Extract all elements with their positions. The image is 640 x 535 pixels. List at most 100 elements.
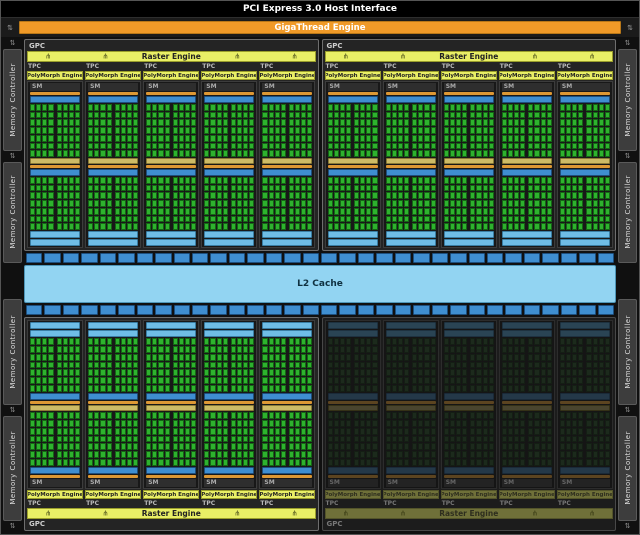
cuda-core	[249, 428, 254, 435]
cuda-core	[528, 112, 533, 119]
cuda-core	[334, 420, 339, 427]
cuda-core	[204, 443, 209, 450]
warp-scheduler-bar	[146, 467, 196, 474]
cuda-core	[508, 377, 513, 384]
cuda-core	[269, 223, 274, 230]
cuda-core	[386, 104, 391, 111]
cuda-core	[281, 208, 286, 215]
cuda-core	[470, 346, 475, 353]
cuda-core	[57, 127, 62, 134]
crossbar-segment	[579, 253, 595, 263]
cuda-core	[275, 362, 280, 369]
cuda-core	[528, 377, 533, 384]
cuda-core	[223, 185, 228, 192]
cuda-core	[340, 177, 345, 184]
cuda-core	[36, 443, 41, 450]
cuda-core	[372, 428, 377, 435]
cuda-core	[586, 369, 591, 376]
cuda-core	[541, 346, 546, 353]
cuda-core	[520, 104, 525, 111]
cuda-core	[107, 143, 112, 150]
cuda-core	[470, 459, 475, 466]
cuda-core	[30, 143, 35, 150]
texture-unit-bar	[328, 239, 378, 246]
cuda-core	[191, 385, 196, 392]
gpc-label: GPC	[325, 42, 614, 50]
cuda-core	[307, 104, 312, 111]
cuda-core	[578, 208, 583, 215]
cuda-core	[301, 377, 306, 384]
cuda-core	[398, 104, 403, 111]
cuda-core	[483, 377, 488, 384]
cuda-core	[404, 385, 409, 392]
cuda-core	[605, 362, 610, 369]
cuda-core	[520, 119, 525, 126]
cuda-core	[502, 143, 507, 150]
cuda-core	[249, 150, 254, 157]
cuda-core	[42, 377, 47, 384]
cuda-core	[605, 150, 610, 157]
cuda-core	[444, 112, 449, 119]
cuda-core	[578, 354, 583, 361]
cuda-core	[185, 346, 190, 353]
cuda-core	[191, 104, 196, 111]
cuda-core	[179, 346, 184, 353]
trident-icon: ⋔	[292, 53, 298, 60]
core-subgrid	[231, 412, 255, 466]
cuda-core	[121, 150, 126, 157]
cuda-core	[115, 354, 120, 361]
cuda-core	[173, 443, 178, 450]
cuda-core	[541, 112, 546, 119]
cuda-core	[547, 192, 552, 199]
cuda-core	[366, 104, 371, 111]
cuda-core	[489, 369, 494, 376]
cuda-core	[115, 223, 120, 230]
cuda-core	[508, 119, 513, 126]
cuda-core	[275, 150, 280, 157]
cuda-core	[133, 362, 138, 369]
cuda-core	[243, 451, 248, 458]
cuda-core	[269, 451, 274, 458]
cuda-core	[88, 420, 93, 427]
core-subgrid	[470, 412, 494, 466]
cuda-core	[223, 208, 228, 215]
cuda-core	[42, 192, 47, 199]
cuda-core	[231, 369, 236, 376]
cuda-core	[534, 192, 539, 199]
cuda-core	[462, 362, 467, 369]
core-subgrid	[444, 412, 468, 466]
cuda-core	[94, 354, 99, 361]
cuda-core	[593, 143, 598, 150]
cuda-core	[63, 135, 68, 142]
cuda-core	[470, 428, 475, 435]
cuda-core	[127, 223, 132, 230]
cuda-core	[412, 377, 417, 384]
cuda-core	[547, 436, 552, 443]
cuda-core	[75, 200, 80, 207]
cuda-core	[231, 451, 236, 458]
cuda-core	[418, 428, 423, 435]
cuda-core	[165, 436, 170, 443]
cuda-core	[42, 143, 47, 150]
cuda-core	[360, 338, 365, 345]
cuda-core	[289, 436, 294, 443]
core-subgrid	[30, 104, 54, 157]
cuda-core	[173, 346, 178, 353]
cuda-core	[275, 143, 280, 150]
cuda-core	[502, 420, 507, 427]
cuda-core	[572, 192, 577, 199]
cuda-core	[372, 377, 377, 384]
cuda-core	[107, 192, 112, 199]
cuda-core	[63, 377, 68, 384]
cuda-core	[360, 412, 365, 419]
cuda-core	[217, 346, 222, 353]
cuda-core	[456, 216, 461, 223]
cuda-core	[424, 185, 429, 192]
register-file-bar	[444, 158, 494, 164]
cuda-core	[30, 338, 35, 345]
cuda-core	[572, 436, 577, 443]
cuda-core	[418, 436, 423, 443]
cuda-core	[456, 177, 461, 184]
cuda-core	[69, 200, 74, 207]
instruction-buffer-bar	[30, 92, 80, 95]
